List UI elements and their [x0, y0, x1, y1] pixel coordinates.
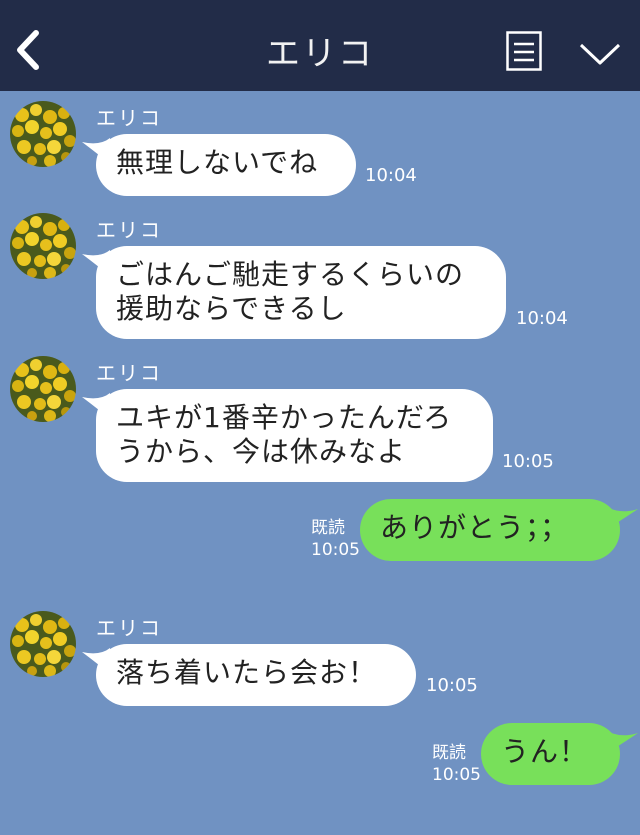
- chevron-down-icon: [579, 43, 621, 65]
- message-text: 無理しないでね: [116, 146, 319, 179]
- message-text: うん！: [501, 735, 589, 768]
- message-text: 落ち着いたら会お！: [116, 656, 378, 689]
- avatar-image: [10, 356, 76, 422]
- avatar[interactable]: [10, 611, 76, 677]
- chat-header: エリコ: [0, 0, 640, 91]
- avatar[interactable]: [10, 213, 76, 279]
- sender-name: エリコ: [96, 218, 162, 242]
- avatar-image: [10, 101, 76, 167]
- sender-name: エリコ: [96, 106, 162, 130]
- message-text-line: ごはんご馳走するくらいの: [116, 258, 465, 291]
- avatar-image: [10, 611, 76, 677]
- message-text-line: 援助ならできるし: [116, 292, 347, 325]
- message-time: 10:05: [311, 540, 360, 560]
- note-icon: [506, 31, 542, 71]
- memo-button[interactable]: [506, 31, 542, 71]
- avatar[interactable]: [10, 101, 76, 167]
- read-label: 既読: [432, 743, 466, 763]
- message-time: 10:04: [365, 165, 417, 186]
- message-bubble[interactable]: うん！: [481, 723, 620, 785]
- read-receipt: 既読 10:05: [432, 742, 481, 786]
- message-bubble[interactable]: 落ち着いたら会お！: [96, 644, 416, 706]
- avatar-image: [10, 213, 76, 279]
- message-text: ありがとう；；: [380, 511, 570, 544]
- message-bubble[interactable]: ありがとう；；: [360, 499, 620, 561]
- message-text-line: うから、今は休みなよ: [116, 435, 407, 468]
- message-text-line: ユキが1番辛かったんだろ: [116, 401, 453, 434]
- message-time: 10:04: [516, 308, 568, 329]
- sender-name: エリコ: [96, 616, 162, 640]
- sender-name: エリコ: [96, 361, 162, 385]
- message-time: 10:05: [502, 451, 554, 472]
- message-bubble[interactable]: ユキが1番辛かったんだろ うから、今は休みなよ: [96, 389, 493, 482]
- chat-title: エリコ: [266, 34, 374, 74]
- read-receipt: 既読 10:05: [311, 517, 360, 561]
- message-bubble[interactable]: 無理しないでね: [96, 134, 356, 196]
- message-time: 10:05: [426, 675, 478, 696]
- message-time: 10:05: [432, 765, 481, 785]
- menu-button[interactable]: [578, 40, 622, 68]
- avatar[interactable]: [10, 356, 76, 422]
- message-bubble[interactable]: ごはんご馳走するくらいの 援助ならできるし: [96, 246, 506, 339]
- read-label: 既読: [311, 518, 345, 538]
